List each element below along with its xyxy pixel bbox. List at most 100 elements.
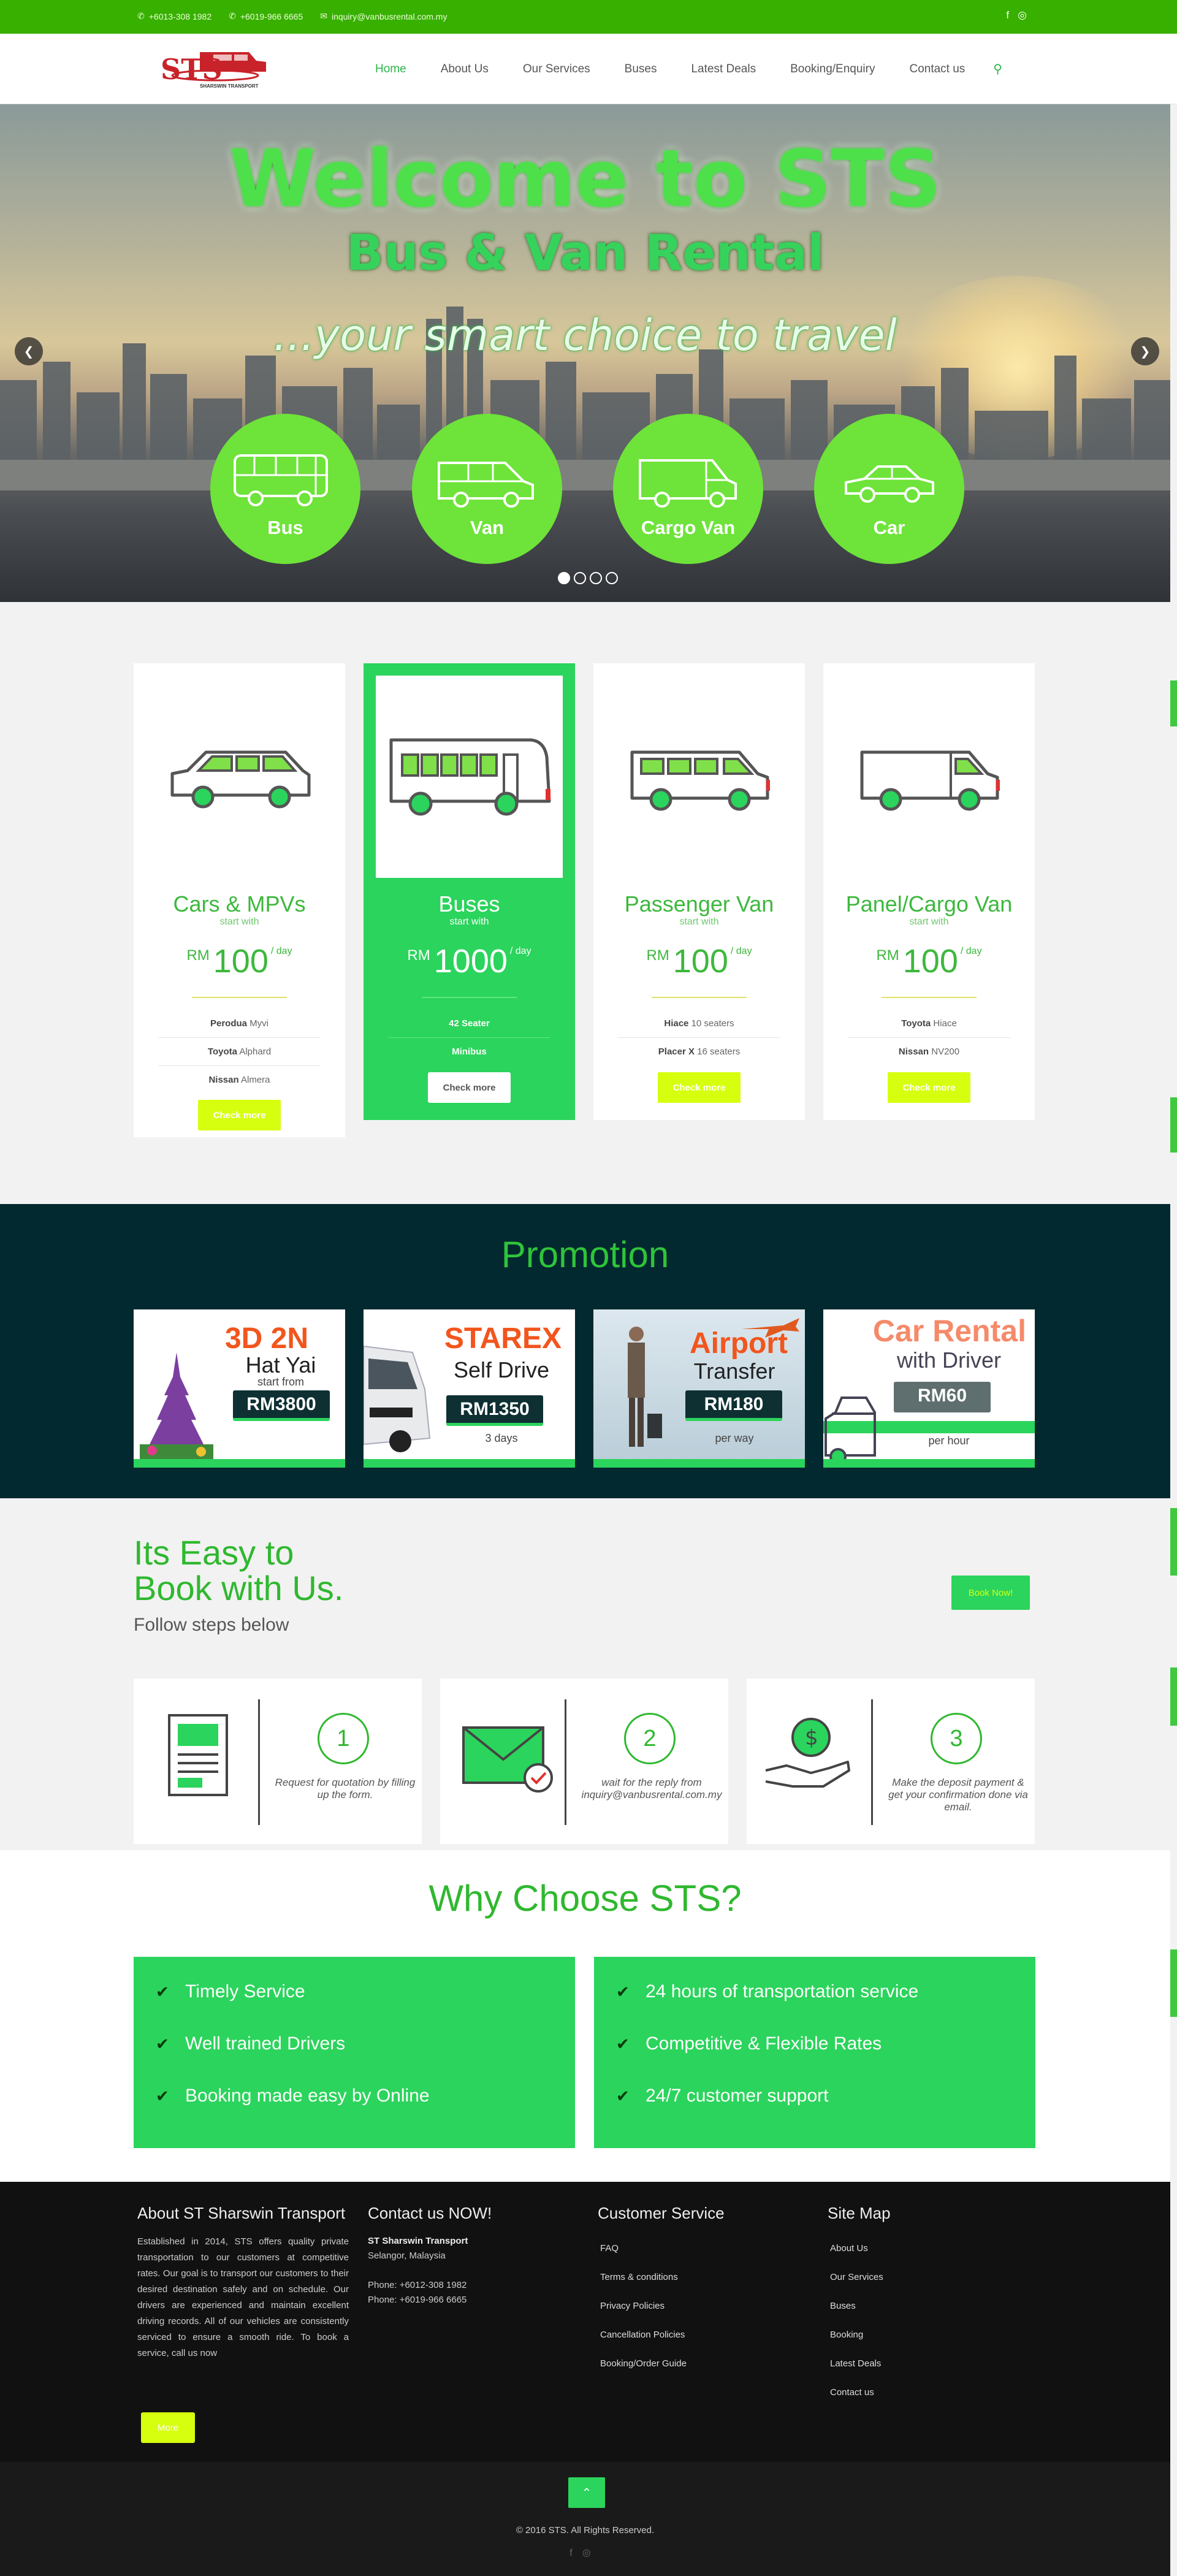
card-illustration bbox=[146, 676, 333, 878]
footer-link-contact[interactable]: Contact us bbox=[828, 2378, 1036, 2407]
footer-contact: Contact us NOW! ST Sharswin Transport Se… bbox=[368, 2204, 576, 2307]
why-choose-section: Why Choose STS? ✔ Timely Service ✔ Well tr… bbox=[0, 1850, 1170, 2182]
footer-link-cancellation[interactable]: Cancellation Policies bbox=[598, 2320, 806, 2349]
check-icon: ✔ bbox=[616, 1982, 630, 2001]
scroll-to-top-button[interactable]: ⌃ bbox=[568, 2477, 605, 2508]
top-bar: ✆ +6013-308 1982 ✆ +6019-966 6665 ✉ inquiry… bbox=[0, 0, 1177, 34]
step-text: Make the deposit payment & get your conf… bbox=[888, 1777, 1028, 1813]
why-item: ✔ Timely Service bbox=[156, 1981, 305, 2002]
instagram-icon[interactable]: ◎ bbox=[1018, 9, 1027, 21]
edge-accent bbox=[1170, 1508, 1177, 1576]
phone-2[interactable]: ✆ +6019-966 6665 bbox=[229, 11, 303, 21]
card-divider bbox=[422, 997, 517, 998]
nav-item-home[interactable]: Home bbox=[375, 63, 406, 76]
slider-dot[interactable] bbox=[590, 572, 602, 584]
easy-title-line1: Its Easy to bbox=[134, 1533, 294, 1572]
footer-link-services[interactable]: Our Services bbox=[828, 2263, 1036, 2292]
car-line-icon bbox=[825, 1397, 876, 1465]
price-value: 100 bbox=[213, 943, 269, 980]
hero-circle-label: Cargo Van bbox=[641, 517, 736, 538]
footer-link-faq[interactable]: FAQ bbox=[598, 2234, 806, 2263]
step-card-2: 2 wait for the reply from inquiry@vanbus… bbox=[440, 1679, 728, 1844]
hero-subtitle: Bus & Van Rental bbox=[346, 224, 825, 281]
promo-heading: STAREX bbox=[444, 1322, 562, 1355]
hero-circle-bus[interactable]: Bus bbox=[210, 414, 360, 564]
card-illustration bbox=[376, 676, 563, 878]
hero-circle-van[interactable]: Van bbox=[412, 414, 562, 564]
footer-phone-1: Phone: +6012-308 1982 bbox=[368, 2280, 467, 2290]
slider-next-button[interactable]: ❯ bbox=[1131, 337, 1159, 365]
slider-dots bbox=[558, 572, 618, 584]
copyright: © 2016 STS. All Rights Reserved. bbox=[516, 2525, 655, 2536]
promo-card-car-rental[interactable]: Car Rental with Driver RM60 per hour bbox=[823, 1309, 1035, 1468]
why-item-text: Well trained Drivers bbox=[185, 2033, 346, 2054]
promo-heading: Car Rental bbox=[872, 1314, 1026, 1348]
mpv-icon bbox=[170, 750, 310, 809]
book-now-button[interactable]: Book Now! bbox=[951, 1576, 1030, 1610]
card-models: Perodua Myvi Toyota Alphard Nissan Almer… bbox=[158, 1010, 321, 1094]
top-contacts: ✆ +6013-308 1982 ✆ +6019-966 6665 ✉ inquiry… bbox=[137, 11, 447, 21]
facebook-icon[interactable]: f bbox=[1006, 9, 1009, 21]
check-icon: ✔ bbox=[616, 2034, 630, 2053]
footer-bottom: ⌃ © 2016 STS. All Rights Reserved. f◎ bbox=[0, 2462, 1170, 2576]
footer-location: Selangor, Malaysia bbox=[368, 2250, 446, 2261]
price-currency: RM bbox=[876, 947, 899, 964]
phone-1[interactable]: ✆ +6013-308 1982 bbox=[137, 11, 211, 21]
nav-item-buses[interactable]: Buses bbox=[625, 63, 657, 76]
step-number: 3 bbox=[931, 1713, 982, 1764]
facebook-icon[interactable]: f bbox=[569, 2548, 582, 2558]
footer-link-about[interactable]: About Us bbox=[828, 2234, 1036, 2263]
promo-heading: 3D 2N bbox=[224, 1322, 308, 1355]
price-value: 100 bbox=[672, 943, 728, 980]
email-link[interactable]: ✉ inquiry@vanbusrental.com.my bbox=[320, 11, 447, 21]
site-footer: About ST Sharswin Transport Established … bbox=[0, 2182, 1170, 2576]
card-divider bbox=[882, 997, 977, 998]
promo-card-airport[interactable]: Airport Transfer RM180 per way bbox=[593, 1309, 805, 1468]
footer-cs-title: Customer Service bbox=[598, 2204, 725, 2222]
nav-item-our-services[interactable]: Our Services bbox=[523, 63, 590, 76]
slider-prev-button[interactable]: ❮ bbox=[15, 337, 43, 365]
nav-item-about-us[interactable]: About Us bbox=[441, 63, 489, 76]
check-icon: ✔ bbox=[616, 2086, 630, 2105]
footer-link-terms[interactable]: Terms & conditions bbox=[598, 2263, 806, 2292]
check-more-button[interactable]: Check more bbox=[428, 1072, 511, 1103]
logo[interactable]: STS SHARSWIN TRANSPORT bbox=[157, 47, 280, 91]
footer-link-buses[interactable]: Buses bbox=[828, 2292, 1036, 2320]
hero-circle-cargo-van[interactable]: Cargo Van bbox=[613, 414, 763, 564]
nav-item-contact-us[interactable]: Contact us bbox=[909, 63, 965, 76]
hero-circle-car[interactable]: Car bbox=[814, 414, 964, 564]
model-item: Placer X 16 seaters bbox=[658, 1046, 741, 1057]
footer-link-booking-guide[interactable]: Booking/Order Guide bbox=[598, 2349, 806, 2378]
footer-link-privacy[interactable]: Privacy Policies bbox=[598, 2292, 806, 2320]
chevron-left-icon: ❮ bbox=[23, 345, 34, 359]
check-more-button[interactable]: Check more bbox=[888, 1072, 970, 1103]
promo-card-hatyai[interactable]: 3D 2N Hat Yai start from RM3800 bbox=[134, 1309, 345, 1468]
footer-link-deals[interactable]: Latest Deals bbox=[828, 2349, 1036, 2378]
search-icon[interactable]: ⚲ bbox=[993, 61, 1002, 77]
slider-dot[interactable] bbox=[558, 572, 570, 584]
hero-tagline: ...your smart choice to travel bbox=[273, 310, 897, 360]
promo-card-starex[interactable]: STAREX Self Drive RM1350 3 days bbox=[364, 1309, 575, 1468]
more-button[interactable]: More bbox=[141, 2412, 195, 2443]
instagram-icon[interactable]: ◎ bbox=[582, 2548, 601, 2558]
card-name: Buses bbox=[438, 891, 500, 916]
card-models: Toyota Hiace Nissan NV200 bbox=[848, 1010, 1010, 1065]
footer-link-booking[interactable]: Booking bbox=[828, 2320, 1036, 2349]
nav-item-booking-enquiry[interactable]: Booking/Enquiry bbox=[790, 63, 875, 76]
nav-item-latest-deals[interactable]: Latest Deals bbox=[691, 63, 756, 76]
slider-dot[interactable] bbox=[606, 572, 618, 584]
card-name: Passenger Van bbox=[624, 891, 774, 916]
why-item: ✔ 24 hours of transportation service bbox=[616, 1981, 918, 2002]
step-card-1: 1 Request for quotation by filling up th… bbox=[134, 1679, 422, 1844]
check-more-button[interactable]: Check more bbox=[198, 1100, 281, 1130]
check-icon: ✔ bbox=[156, 2034, 169, 2053]
price-currency: RM bbox=[186, 947, 210, 964]
easy-title-line2: Book with Us. bbox=[134, 1569, 344, 1607]
card-start-with: start with bbox=[449, 916, 489, 927]
check-more-button[interactable]: Check more bbox=[658, 1072, 741, 1103]
chevron-right-icon: ❯ bbox=[1140, 345, 1151, 359]
bus-icon bbox=[389, 738, 550, 816]
promo-price: RM60 bbox=[894, 1382, 991, 1412]
footer-social: f◎ bbox=[0, 2547, 1170, 2559]
slider-dot[interactable] bbox=[574, 572, 586, 584]
